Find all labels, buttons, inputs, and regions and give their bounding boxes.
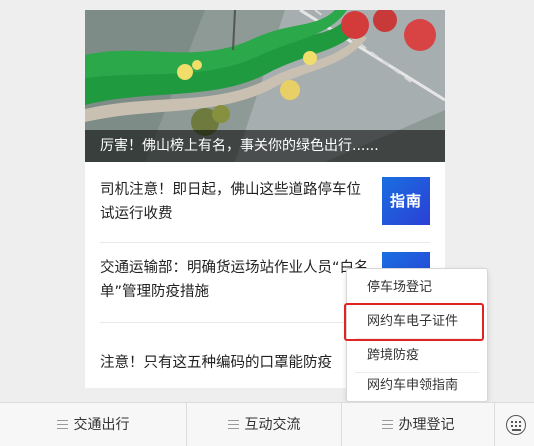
news-title: 注意！只有这五种编码的口罩能防疫 bbox=[100, 355, 332, 371]
tab-registration[interactable]: 办理登记 bbox=[342, 403, 494, 446]
news-thumbnail: 指南 bbox=[382, 177, 430, 225]
news-title: 司机注意！即日起，佛山这些道路停车位试运行收费 bbox=[100, 182, 361, 222]
menu-item-cross-border-epidemic[interactable]: 跨境防疫 bbox=[347, 339, 487, 372]
tab-traffic-travel[interactable]: 交通出行 bbox=[0, 403, 186, 446]
menu-icon bbox=[227, 419, 239, 429]
menu-item-parking-registration[interactable]: 停车场登记 bbox=[347, 271, 487, 304]
menu-item-ride-hailing-guide[interactable]: 网约车申领指南 bbox=[347, 369, 487, 402]
news-item-1[interactable]: 司机注意！即日起，佛山这些道路停车位试运行收费 指南 bbox=[100, 162, 430, 244]
menu-icon bbox=[381, 419, 393, 429]
bottom-menu-bar: 交通出行 互动交流 办理登记 bbox=[0, 402, 534, 446]
news-title: 交通运输部：明确货运场站作业人员“白名单”管理防疫措施 bbox=[100, 260, 369, 300]
divider bbox=[100, 242, 430, 243]
menu-icon bbox=[56, 419, 68, 429]
tab-label: 办理登记 bbox=[398, 417, 455, 433]
hero-article[interactable]: 厉害！佛山榜上有名，事关你的绿色出行...... bbox=[85, 10, 445, 162]
highlight-box bbox=[344, 303, 484, 341]
thumbnail-label: 指南 bbox=[389, 192, 422, 210]
tab-label: 交通出行 bbox=[73, 417, 130, 433]
keyboard-icon[interactable] bbox=[506, 415, 526, 435]
tab-divider bbox=[494, 403, 495, 446]
hero-caption: 厉害！佛山榜上有名，事关你的绿色出行...... bbox=[85, 130, 445, 162]
tab-label: 互动交流 bbox=[244, 417, 301, 433]
tab-interactive-exchange[interactable]: 互动交流 bbox=[187, 403, 341, 446]
